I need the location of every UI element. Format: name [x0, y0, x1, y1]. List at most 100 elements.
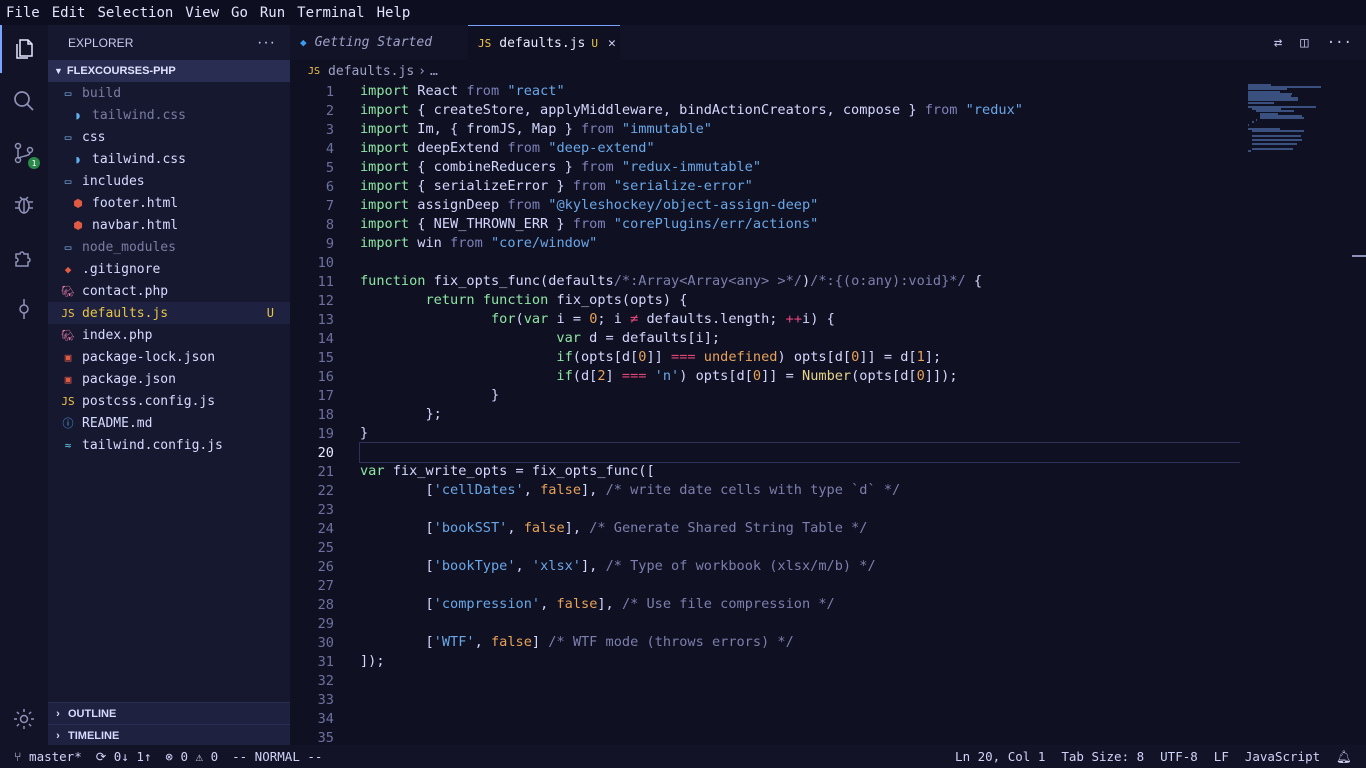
outline-label: OUTLINE: [68, 708, 117, 720]
source-control-icon[interactable]: 1: [0, 129, 48, 177]
code-line[interactable]: 19}: [290, 424, 1240, 443]
code-line[interactable]: 20: [290, 442, 1240, 463]
tree-item[interactable]: ▭ includes: [48, 170, 290, 192]
explorer-icon[interactable]: [0, 25, 48, 73]
code-line[interactable]: 31]);: [290, 652, 1240, 671]
tree-item[interactable]: 🐘︎ contact.php: [48, 280, 290, 302]
code-line[interactable]: 17 }: [290, 386, 1240, 405]
code-line[interactable]: 5 import { combineReducers } from "redux-…: [290, 158, 1240, 177]
tree-item[interactable]: ▭ node_modules: [48, 236, 290, 258]
tree-item[interactable]: ◆ .gitignore: [48, 258, 290, 280]
code-editor[interactable]: 1 import React from "react" 2 import { crea…: [290, 82, 1240, 745]
code-line[interactable]: 27: [290, 576, 1240, 595]
settings-gear-icon[interactable]: [0, 695, 48, 743]
code-line[interactable]: 12 return function fix_opts(opts) {: [290, 291, 1240, 310]
tab-size[interactable]: Tab Size: 8: [1061, 749, 1144, 764]
menu-selection[interactable]: Selection: [91, 5, 179, 21]
code-line[interactable]: 3 import Im, { fromJS, Map } from "immuta…: [290, 120, 1240, 139]
tree-item[interactable]: JS postcss.config.js: [48, 390, 290, 412]
code-line[interactable]: 22 ['cellDates', false], /* write date c…: [290, 481, 1240, 500]
code-line[interactable]: 18 };: [290, 405, 1240, 424]
code-line[interactable]: 15 if(opts[d[0]] === undefined) opts[d[0…: [290, 348, 1240, 367]
more-actions-icon[interactable]: ···: [257, 34, 276, 52]
more-actions-icon[interactable]: ···: [1327, 35, 1352, 51]
menu-file[interactable]: File: [0, 5, 46, 21]
sync-indicator[interactable]: ⟳ 0↓ 1↑: [96, 749, 152, 764]
breadcrumb-file[interactable]: defaults.js: [328, 64, 414, 79]
code-line[interactable]: 6 import { serializeError } from "seriali…: [290, 177, 1240, 196]
search-icon[interactable]: [0, 77, 48, 125]
code-line[interactable]: 35: [290, 728, 1240, 746]
menu-help[interactable]: Help: [371, 5, 417, 21]
line-ending[interactable]: LF: [1214, 749, 1229, 764]
tree-item-label: navbar.html: [92, 217, 179, 233]
branch-label: master*: [29, 749, 82, 764]
cursor-position[interactable]: Ln 20, Col 1: [955, 749, 1045, 764]
code-line[interactable]: 9 import win from "core/window": [290, 234, 1240, 253]
notifications-bell-icon[interactable]: 🔔︎: [1336, 749, 1352, 765]
tree-item[interactable]: ⬢ navbar.html: [48, 214, 290, 236]
code-line[interactable]: 4 import deepExtend from "deep-extend": [290, 139, 1240, 158]
menu-run[interactable]: Run: [254, 5, 291, 21]
code-line[interactable]: 24 ['bookSST', false], /* Generate Share…: [290, 519, 1240, 538]
extensions-icon[interactable]: [0, 233, 48, 281]
code-line[interactable]: 2 import { createStore, applyMiddleware, …: [290, 101, 1240, 120]
code-line[interactable]: 26 ['bookType', 'xlsx'], /* Type of work…: [290, 557, 1240, 576]
menu-view[interactable]: View: [179, 5, 225, 21]
code-line[interactable]: 23: [290, 500, 1240, 519]
code-line[interactable]: 16 if(d[2] === 'n') opts[d[0]] = Number(…: [290, 367, 1240, 386]
code-line[interactable]: 32: [290, 671, 1240, 690]
split-editor-icon[interactable]: ◫: [1300, 35, 1308, 51]
code-line[interactable]: 14 var d = defaults[i];: [290, 329, 1240, 348]
close-icon[interactable]: ✕: [608, 36, 616, 51]
tree-item[interactable]: ▭ css: [48, 126, 290, 148]
menu-terminal[interactable]: Terminal: [291, 5, 370, 21]
code-line[interactable]: 8 import { NEW_THROWN_ERR } from "corePlu…: [290, 215, 1240, 234]
breadcrumb-more[interactable]: …: [430, 64, 438, 79]
code-line[interactable]: 7 import assignDeep from "@kyleshockey/ob…: [290, 196, 1240, 215]
tree-item[interactable]: ▭ build: [48, 82, 290, 104]
sync-icon: ⟳: [95, 749, 107, 764]
menu-edit[interactable]: Edit: [46, 5, 92, 21]
code-line[interactable]: 34: [290, 709, 1240, 728]
encoding[interactable]: UTF-8: [1160, 749, 1198, 764]
tree-item[interactable]: 🐘︎ index.php: [48, 324, 290, 346]
chevron-right-icon: ›: [56, 708, 60, 720]
code-line[interactable]: 28 ['compression', false], /* Use file c…: [290, 595, 1240, 614]
tree-item[interactable]: ▣ package.json: [48, 368, 290, 390]
code-line[interactable]: 13 for(var i = 0; i ≠ defaults.length; +…: [290, 310, 1240, 329]
debug-icon[interactable]: [0, 181, 48, 229]
code-text: import Im, { fromJS, Map } from "immutab…: [360, 121, 712, 137]
code-line[interactable]: 25: [290, 538, 1240, 557]
tree-item[interactable]: ◗ tailwind.css: [48, 148, 290, 170]
tree-item[interactable]: ⓘ README.md: [48, 412, 290, 434]
tree-item[interactable]: ▣ package-lock.json: [48, 346, 290, 368]
untracked-badge: U: [591, 36, 598, 50]
menu-go[interactable]: Go: [225, 5, 254, 21]
branch-indicator[interactable]: ⑂ master*: [14, 749, 82, 764]
language-mode[interactable]: JavaScript: [1245, 749, 1320, 764]
code-line[interactable]: 33: [290, 690, 1240, 709]
tree-item[interactable]: ⬢ footer.html: [48, 192, 290, 214]
scrollbar-marker[interactable]: [1352, 255, 1366, 257]
code-line[interactable]: 10: [290, 253, 1240, 272]
tree-item[interactable]: JS defaults.js U: [48, 302, 290, 324]
open-changes-icon[interactable]: ⇄: [1274, 35, 1282, 51]
code-line[interactable]: 11 function fix_opts_func(defaults/*:Arra…: [290, 272, 1240, 291]
tab-getting-started[interactable]: ◆ Getting Started: [290, 25, 468, 60]
tab-defaults-js[interactable]: JS defaults.js U ✕: [468, 25, 620, 60]
tree-item[interactable]: ◗ tailwind.css: [48, 104, 290, 126]
workspace-root-folder[interactable]: ▼ FLEXCOURSES-PHP: [48, 60, 290, 82]
chevron-down-icon: ▼: [54, 66, 63, 76]
outline-panel[interactable]: › OUTLINE: [48, 702, 290, 725]
code-line[interactable]: 29: [290, 614, 1240, 633]
line-number: 30: [317, 634, 334, 651]
code-line[interactable]: 1 import React from "react": [290, 82, 1240, 101]
code-line[interactable]: 21 var fix_write_opts = fix_opts_func([: [290, 462, 1240, 481]
commit-icon[interactable]: [0, 285, 48, 333]
problems-indicator[interactable]: ⊗ 0 ⚠ 0: [165, 749, 218, 764]
timeline-panel[interactable]: › TIMELINE: [48, 724, 290, 747]
minimap[interactable]: [1240, 82, 1352, 745]
tree-item[interactable]: ≈ tailwind.config.js: [48, 434, 290, 456]
code-line[interactable]: 30 ['WTF', false] /* WTF mode (throws er…: [290, 633, 1240, 652]
